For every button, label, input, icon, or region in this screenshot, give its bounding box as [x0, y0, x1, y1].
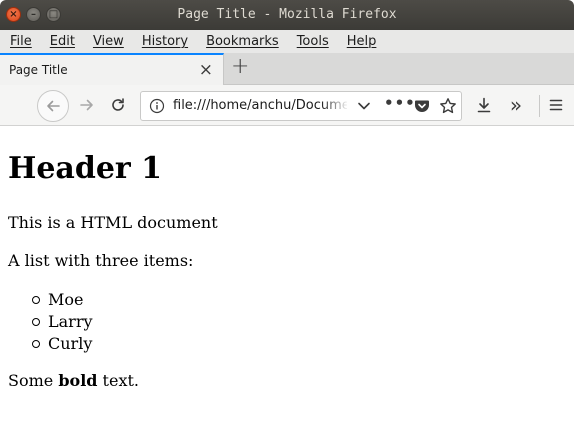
page-content: Header 1 This is a HTML document A list …: [0, 127, 574, 429]
list-item: Larry: [32, 311, 93, 333]
list-item: Moe: [32, 289, 93, 311]
toolbar-divider: [539, 95, 540, 117]
menu-tools[interactable]: Tools: [297, 34, 329, 49]
menu-view[interactable]: View: [93, 34, 124, 49]
double-chevron-icon: »: [509, 93, 523, 117]
list-item: Curly: [32, 333, 93, 355]
back-button[interactable]: [37, 90, 69, 122]
bold-word: bold: [58, 371, 98, 390]
hamburger-menu-button[interactable]: [545, 94, 567, 116]
nav-toolbar: file:///home/anchu/Documents/ ••• »: [0, 85, 574, 126]
menu-bar: File Edit View History Bookmarks Tools H…: [0, 30, 574, 53]
tab-close-icon[interactable]: ×: [199, 60, 213, 80]
bold-before-text: Some: [8, 371, 54, 390]
paragraph-list-intro: A list with three items:: [8, 251, 194, 270]
forward-arrow-icon: [80, 99, 93, 111]
menu-file[interactable]: File: [10, 34, 32, 49]
overflow-menu-button[interactable]: »: [505, 94, 527, 116]
url-bar[interactable]: file:///home/anchu/Documents/ •••: [140, 91, 462, 121]
menu-bookmarks[interactable]: Bookmarks: [206, 34, 279, 49]
tab-strip: Page Title × +: [0, 53, 574, 85]
window-title: Page Title - Mozilla Firefox: [177, 7, 397, 22]
tab-page-title[interactable]: Page Title ×: [0, 53, 224, 85]
download-icon: [477, 97, 491, 113]
paragraph-intro: This is a HTML document: [8, 213, 218, 232]
back-arrow-icon: [47, 100, 60, 112]
menu-help[interactable]: Help: [347, 34, 377, 49]
downloads-button[interactable]: [473, 94, 495, 116]
url-fade: [321, 94, 349, 118]
menu-edit[interactable]: Edit: [50, 34, 75, 49]
hamburger-icon: [549, 99, 563, 111]
bold-after-text: text.: [102, 371, 139, 390]
page-heading: Header 1: [8, 151, 163, 186]
new-tab-button[interactable]: +: [231, 54, 249, 79]
bookmark-star-icon[interactable]: [439, 97, 457, 115]
tab-label: Page Title: [9, 63, 68, 77]
chevron-down-icon[interactable]: [357, 99, 371, 113]
menu-history[interactable]: History: [142, 34, 188, 49]
reload-icon: [112, 98, 124, 111]
forward-button[interactable]: [76, 94, 98, 116]
info-icon[interactable]: [149, 98, 165, 114]
page-actions-icon[interactable]: •••: [384, 94, 416, 112]
title-bar: × – □ Page Title - Mozilla Firefox: [0, 0, 574, 30]
paragraph-bold-text: Some bold text.: [8, 371, 139, 390]
reload-button[interactable]: [107, 94, 129, 116]
item-list: Moe Larry Curly: [32, 289, 93, 355]
pocket-icon[interactable]: [414, 98, 430, 114]
